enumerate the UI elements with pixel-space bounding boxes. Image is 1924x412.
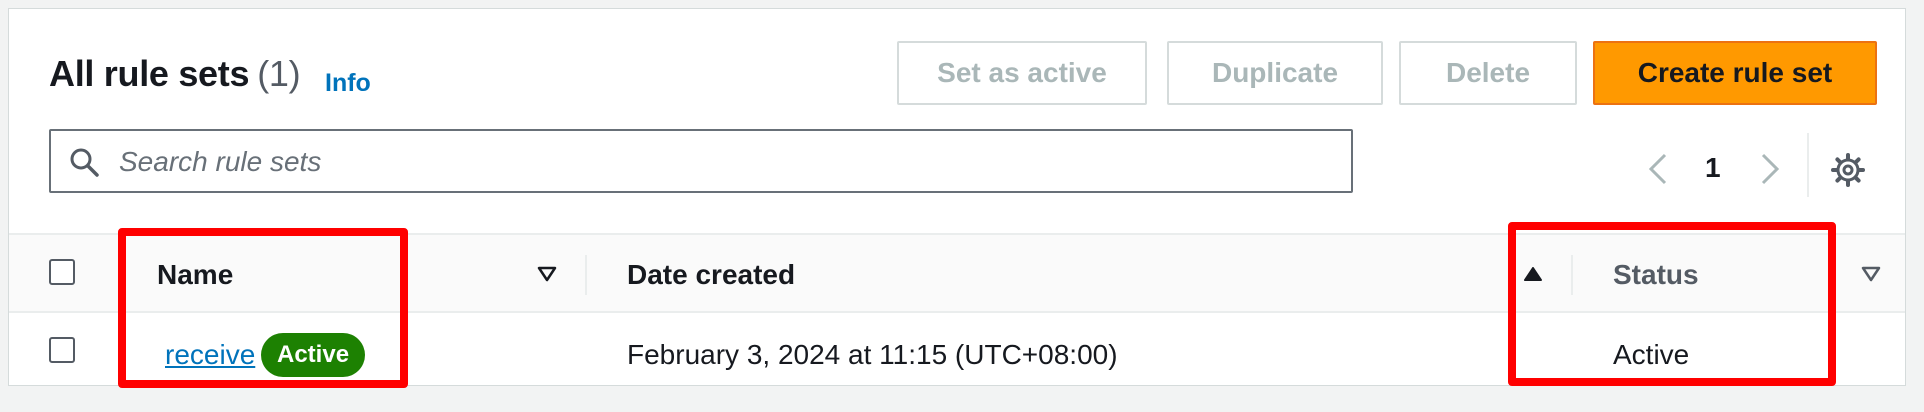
info-link[interactable]: Info (325, 69, 371, 98)
search-input[interactable] (117, 139, 1321, 185)
chevron-left-icon[interactable] (1645, 151, 1671, 187)
rule-set-count: (1) (257, 53, 301, 94)
column-separator (585, 255, 587, 295)
search-box[interactable] (49, 129, 1353, 193)
sort-down-icon[interactable] (1861, 265, 1881, 283)
page-title: All rule sets (1) (49, 53, 301, 95)
sort-down-icon[interactable] (537, 265, 557, 283)
chevron-right-icon[interactable] (1757, 151, 1783, 187)
create-rule-set-button[interactable]: Create rule set (1593, 41, 1877, 105)
settings-icon[interactable] (1831, 153, 1865, 187)
current-page-number[interactable]: 1 (1705, 152, 1721, 184)
name-column-highlight (118, 228, 408, 388)
column-header-date-created[interactable]: Date created (627, 259, 795, 291)
duplicate-button[interactable]: Duplicate (1167, 41, 1383, 105)
row-checkbox[interactable] (49, 337, 75, 363)
select-all-checkbox[interactable] (49, 259, 75, 285)
title-text: All rule sets (49, 53, 250, 94)
status-column-highlight (1508, 222, 1836, 386)
date-created-cell: February 3, 2024 at 11:15 (UTC+08:00) (627, 339, 1118, 370)
search-icon (70, 148, 99, 177)
pager-divider (1807, 133, 1809, 197)
delete-button[interactable]: Delete (1399, 41, 1577, 105)
set-as-active-button[interactable]: Set as active (897, 41, 1147, 105)
